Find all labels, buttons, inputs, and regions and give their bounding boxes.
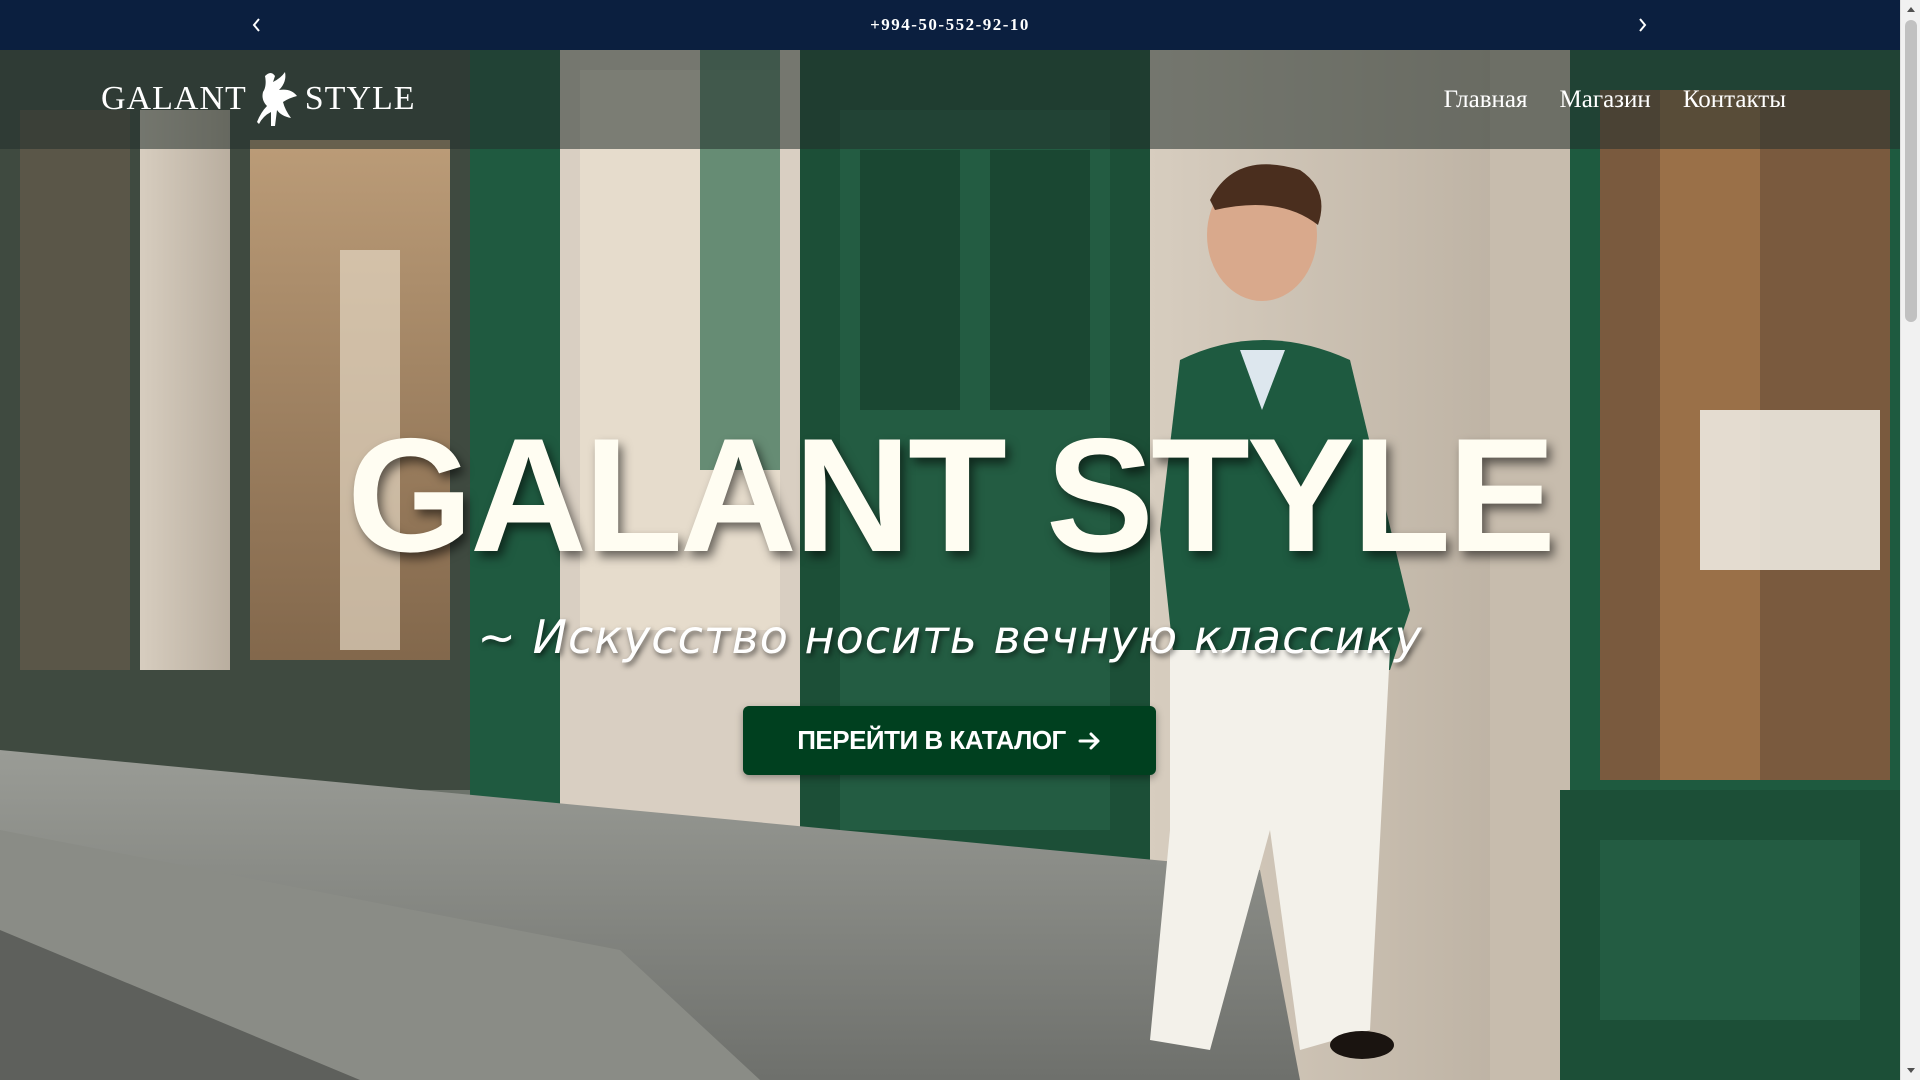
hero-subtitle: ~ Искусство носить вечную классику: [477, 610, 1423, 664]
main-navigation: Главная Магазин Контакты: [1444, 50, 1786, 149]
next-slide-button[interactable]: [1622, 0, 1662, 50]
nav-link-home[interactable]: Главная: [1444, 86, 1528, 114]
nav-link-shop[interactable]: Магазин: [1560, 86, 1651, 114]
catalog-button-label: ПЕРЕЙТИ В КАТАЛОГ: [797, 725, 1066, 755]
logo-text-left: GALANT: [101, 80, 247, 117]
page-scrollbar[interactable]: [1900, 0, 1920, 1080]
scrollbar-thumb[interactable]: [1905, 20, 1917, 322]
hero-title: GALANT STYLE: [347, 405, 1556, 586]
top-announcement-bar: +994-50-552-92-10: [0, 0, 1900, 50]
scroll-up-button[interactable]: [1901, 0, 1920, 18]
nav-link-contacts[interactable]: Контакты: [1683, 86, 1786, 114]
catalog-button[interactable]: ПЕРЕЙТИ В КАТАЛОГ: [743, 706, 1156, 775]
scroll-down-icon: [1907, 1068, 1915, 1073]
chevron-right-icon: [1639, 18, 1647, 32]
scroll-down-button[interactable]: [1901, 1062, 1920, 1080]
site-header: GALANT STYLE Главная Магазин Контакты: [0, 50, 1900, 149]
prev-slide-button[interactable]: [237, 0, 277, 50]
griffin-icon: [256, 72, 297, 126]
site-logo[interactable]: GALANT STYLE: [101, 64, 416, 134]
arrow-right-icon: [1078, 732, 1100, 749]
logo-text-right: STYLE: [304, 80, 416, 117]
scroll-up-icon: [1907, 7, 1915, 12]
phone-number[interactable]: +994-50-552-92-10: [870, 15, 1030, 35]
chevron-left-icon: [252, 18, 260, 32]
